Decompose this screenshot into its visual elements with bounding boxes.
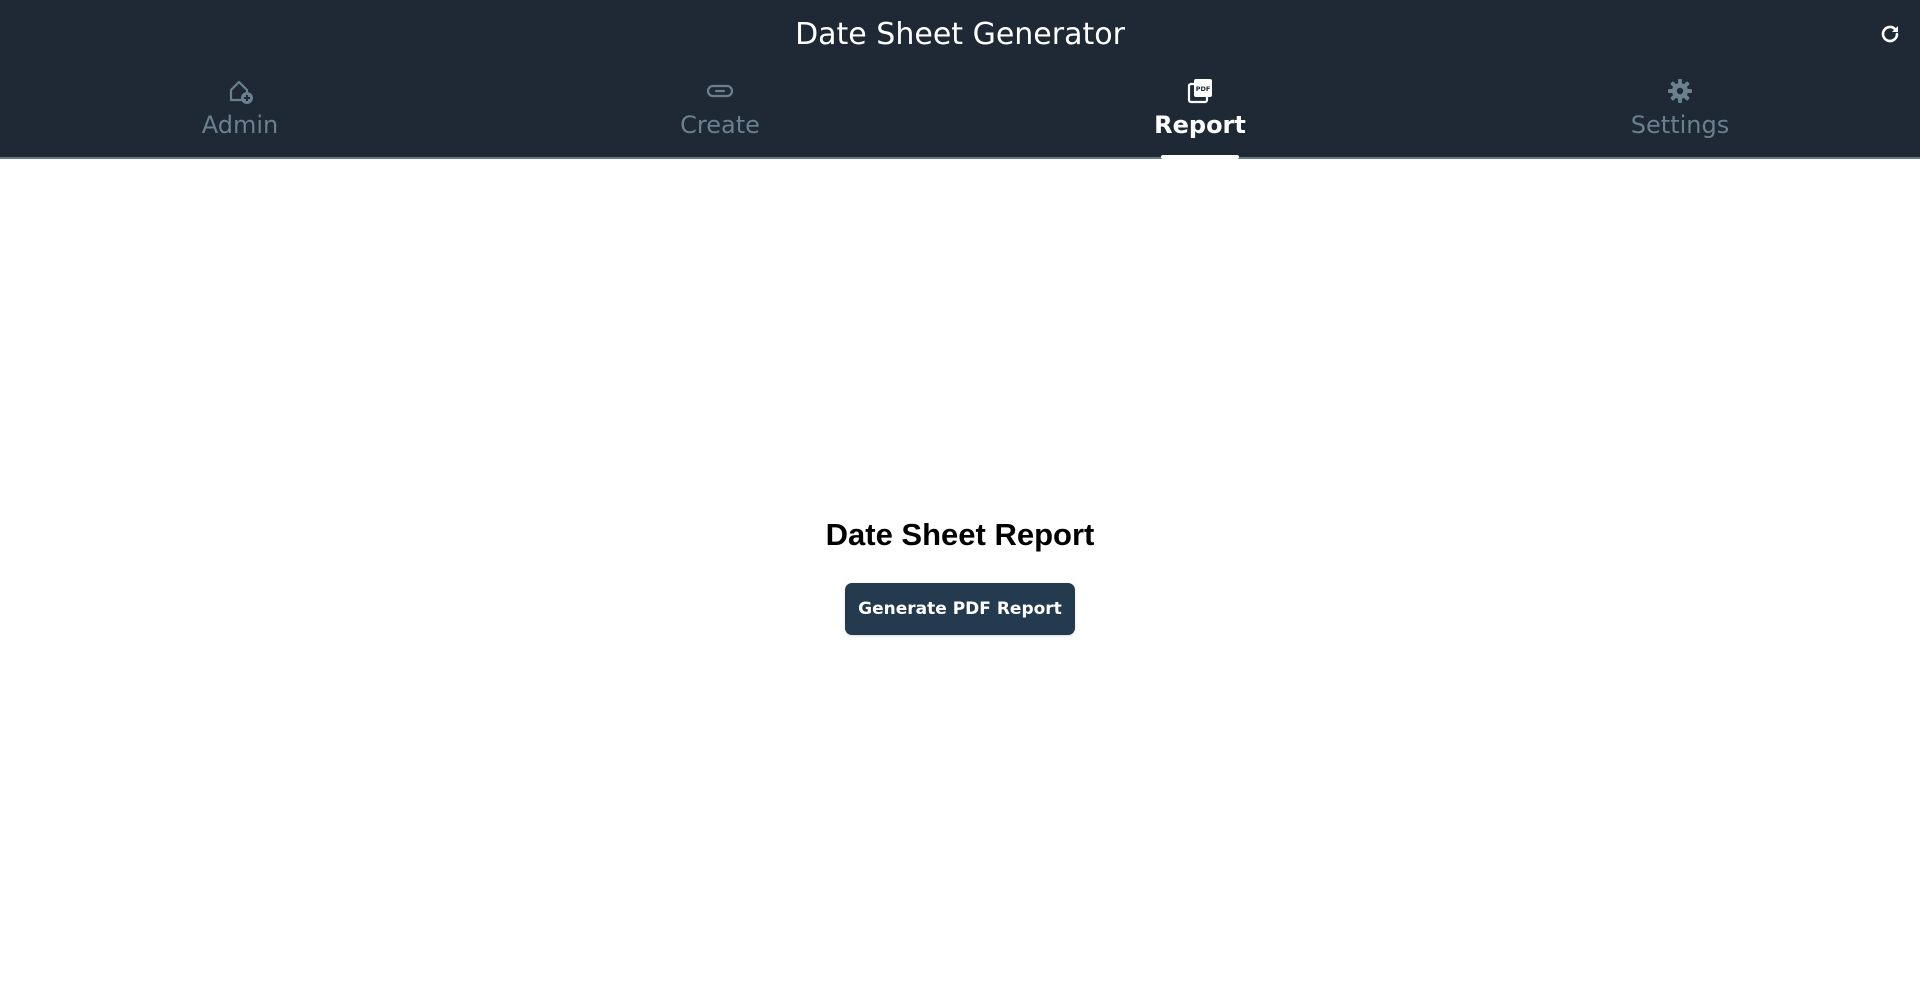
gear-icon — [1665, 76, 1695, 106]
app-header: Date Sheet Generator Admin Create PDF Re… — [0, 0, 1920, 159]
app-title: Date Sheet Generator — [795, 17, 1125, 52]
pdf-file-icon: PDF — [1185, 76, 1215, 106]
tab-settings[interactable]: Settings — [1440, 76, 1920, 157]
generate-pdf-report-button[interactable]: Generate PDF Report — [845, 583, 1075, 635]
refresh-button[interactable] — [1874, 18, 1906, 50]
svg-text:PDF: PDF — [1196, 85, 1211, 93]
tab-create[interactable]: Create — [480, 76, 960, 157]
tab-report-label: Report — [1154, 111, 1246, 139]
link-icon — [705, 76, 735, 106]
tab-settings-label: Settings — [1630, 111, 1730, 139]
main-content: Date Sheet Report Generate PDF Report — [0, 159, 1920, 982]
tab-admin[interactable]: Admin — [0, 76, 480, 157]
page-title: Date Sheet Report — [825, 517, 1095, 552]
refresh-icon — [1881, 25, 1899, 43]
tab-bar: Admin Create PDF Report Settings — [0, 76, 1920, 159]
tab-report[interactable]: PDF Report — [960, 76, 1440, 159]
tab-admin-label: Admin — [201, 111, 279, 139]
tab-create-label: Create — [680, 111, 760, 139]
home-add-icon — [225, 76, 255, 106]
